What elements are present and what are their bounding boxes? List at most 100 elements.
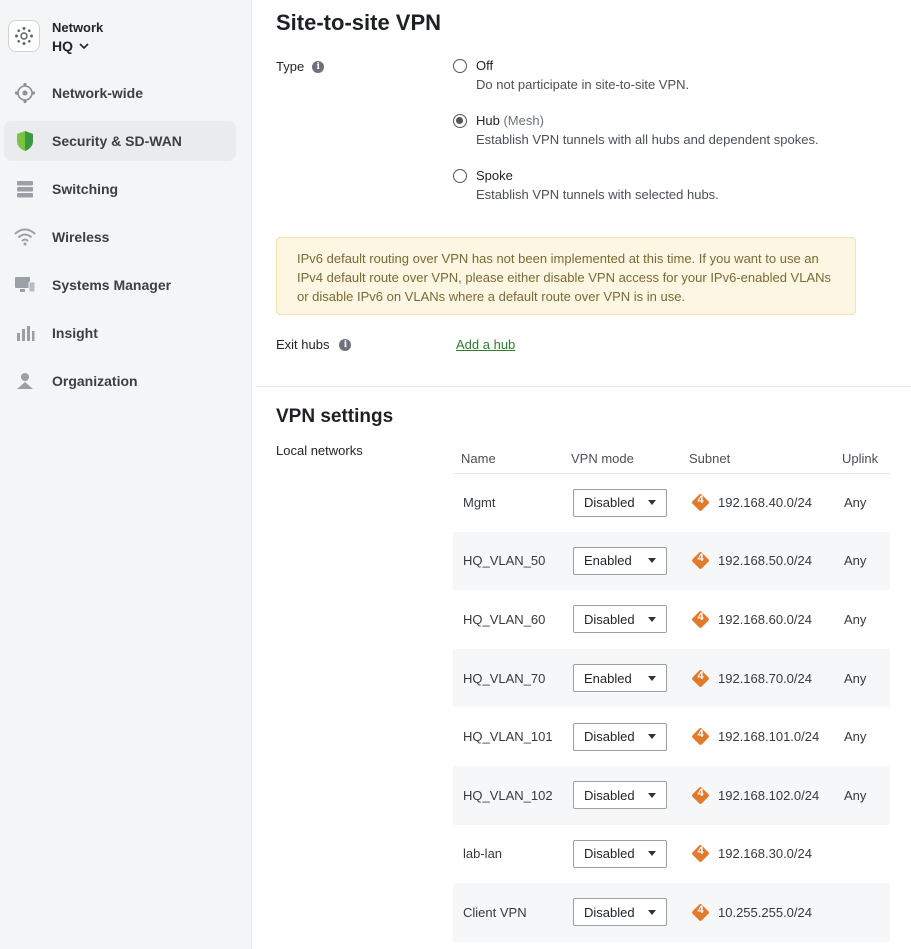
vpn-mode-select[interactable]: Disabled [573, 722, 667, 751]
sidebar-item-label: Wireless [52, 229, 110, 245]
add-hub-link[interactable]: Add a hub [456, 337, 515, 352]
sidebar-item-label: Security & SD-WAN [52, 133, 182, 149]
vpn-mode-value: Disabled [584, 729, 635, 745]
radio-spoke-label: Spoke [476, 168, 513, 183]
network-name-cell: HQ_VLAN_102 [453, 765, 563, 825]
sidebar-nav: Network-wide Security & SD-WAN Switching… [4, 73, 236, 409]
section-divider [256, 386, 911, 387]
network-name-cell: lab-lan [453, 825, 563, 884]
table-row: HQ_VLAN_102 Disabled 4 192.168.102.0/24 Any [453, 765, 890, 825]
subnet-cell: 4 192.168.102.0/24 [681, 765, 834, 825]
main-content: Site-to-site VPN Type i Off Do not parti… [256, 0, 911, 949]
vpn-mode-cell: Disabled [563, 473, 681, 532]
network-name: HQ_VLAN_102 [463, 787, 553, 803]
network-label: Network [52, 20, 104, 35]
subnet-cell: 4 192.168.70.0/24 [681, 648, 834, 708]
radio-option-off[interactable]: Off Do not participate in site-to-site V… [453, 58, 689, 94]
info-icon[interactable]: i [312, 60, 325, 73]
ipv4-badge-icon: 4 [691, 786, 710, 805]
subnet-value: 192.168.101.0/24 [718, 729, 820, 745]
column-header-name: Name [453, 444, 563, 474]
radio-off-label: Off [476, 58, 494, 73]
subnet-value: 192.168.60.0/24 [718, 611, 812, 627]
radio-hub[interactable] [453, 114, 467, 128]
network-name: Client VPN [463, 904, 527, 920]
radio-off[interactable] [453, 59, 467, 73]
radio-option-hub[interactable]: Hub (Mesh) Establish VPN tunnels with al… [453, 113, 819, 149]
table-header-row: Name VPN mode Subnet Uplink [453, 444, 890, 474]
sidebar-item-insight[interactable]: Insight [4, 313, 236, 353]
uplink-cell: Any [834, 473, 890, 532]
sidebar-item-label: Systems Manager [52, 277, 172, 293]
network-wide-icon [14, 82, 36, 104]
caret-down-icon [648, 616, 656, 622]
uplink-cell: Any [834, 590, 890, 649]
vpn-mode-value: Disabled [584, 904, 635, 920]
vpn-mode-cell: Disabled [563, 765, 681, 825]
ipv4-badge-icon: 4 [691, 610, 710, 629]
network-name-cell: HQ_VLAN_60 [453, 590, 563, 649]
sidebar-item-organization[interactable]: Organization [4, 361, 236, 401]
vpn-mode-cell: Disabled [563, 825, 681, 884]
uplink-cell [834, 825, 890, 884]
switch-icon [14, 178, 36, 200]
vpn-mode-value: Disabled [584, 787, 635, 803]
vpn-mode-select[interactable]: Disabled [573, 839, 667, 868]
vpn-mode-select[interactable]: Disabled [573, 781, 667, 810]
vpn-mode-select[interactable]: Disabled [573, 488, 667, 517]
sidebar-item-wireless[interactable]: Wireless [4, 217, 236, 257]
vpn-mode-select[interactable]: Disabled [573, 605, 667, 634]
vpn-mode-cell: Disabled [563, 883, 681, 942]
uplink-value: Any [844, 670, 867, 686]
uplink-cell [834, 883, 890, 942]
local-networks-table: Name VPN mode Subnet Uplink Mgmt Disabled… [453, 444, 890, 942]
radio-spoke-description: Establish VPN tunnels with selected hubs… [476, 187, 719, 202]
network-name: Mgmt [463, 495, 496, 511]
ipv4-badge-icon: 4 [691, 727, 710, 746]
caret-down-icon [648, 909, 656, 915]
network-name: HQ_VLAN_70 [463, 670, 546, 686]
subnet-value: 192.168.30.0/24 [718, 846, 812, 862]
table-row: Mgmt Disabled 4 192.168.40.0/24 Any [453, 473, 890, 532]
radio-spoke[interactable] [453, 169, 467, 183]
subnet-value: 192.168.70.0/24 [718, 670, 812, 686]
page-title: Site-to-site VPN [276, 10, 442, 35]
column-header-subnet: Subnet [681, 444, 834, 474]
network-name-cell: Mgmt [453, 473, 563, 532]
network-name: lab-lan [463, 846, 503, 862]
exit-hubs-label: Exit hubs [276, 337, 330, 352]
network-name-cell: HQ_VLAN_50 [453, 531, 563, 591]
vpn-mode-select[interactable]: Enabled [573, 664, 667, 693]
sidebar-item-security-sd-wan[interactable]: Security & SD-WAN [4, 121, 236, 161]
vpn-mode-select[interactable]: Disabled [573, 898, 667, 927]
info-icon[interactable]: i [339, 338, 352, 351]
local-networks-label: Local networks [276, 443, 363, 458]
caret-down-icon [648, 851, 656, 857]
caret-down-icon [648, 792, 656, 798]
sidebar-item-switching[interactable]: Switching [4, 169, 236, 209]
sidebar-item-systems-manager[interactable]: Systems Manager [4, 265, 236, 305]
sidebar-item-label: Network-wide [52, 85, 144, 101]
table-row: HQ_VLAN_50 Enabled 4 192.168.50.0/24 Any [453, 531, 890, 591]
subnet-value: 192.168.40.0/24 [718, 495, 812, 511]
network-name: HQ_VLAN_60 [463, 611, 546, 627]
radio-option-spoke[interactable]: Spoke Establish VPN tunnels with selecte… [453, 168, 719, 204]
monitor-icon [14, 274, 36, 296]
shield-icon [14, 130, 36, 152]
sidebar-item-network-wide[interactable]: Network-wide [4, 73, 236, 113]
vpn-mode-select[interactable]: Enabled [573, 546, 667, 575]
subnet-cell: 4 192.168.40.0/24 [681, 473, 834, 532]
vpn-mode-cell: Disabled [563, 707, 681, 766]
network-selector[interactable]: Network HQ [8, 20, 103, 56]
exit-hubs-field-label: Exit hubs i [276, 337, 352, 352]
uplink-value: Any [844, 787, 867, 803]
uplink-cell: Any [834, 531, 890, 591]
type-label: Type [276, 59, 305, 74]
wifi-icon [14, 226, 36, 248]
sidebar-item-label: Switching [52, 181, 119, 197]
table-row: HQ_VLAN_101 Disabled 4 192.168.101.0/24 Any [453, 707, 890, 766]
subnet-value: 192.168.102.0/24 [718, 787, 820, 803]
subnet-cell: 4 192.168.50.0/24 [681, 531, 834, 591]
uplink-cell: Any [834, 648, 890, 708]
uplink-cell: Any [834, 765, 890, 825]
